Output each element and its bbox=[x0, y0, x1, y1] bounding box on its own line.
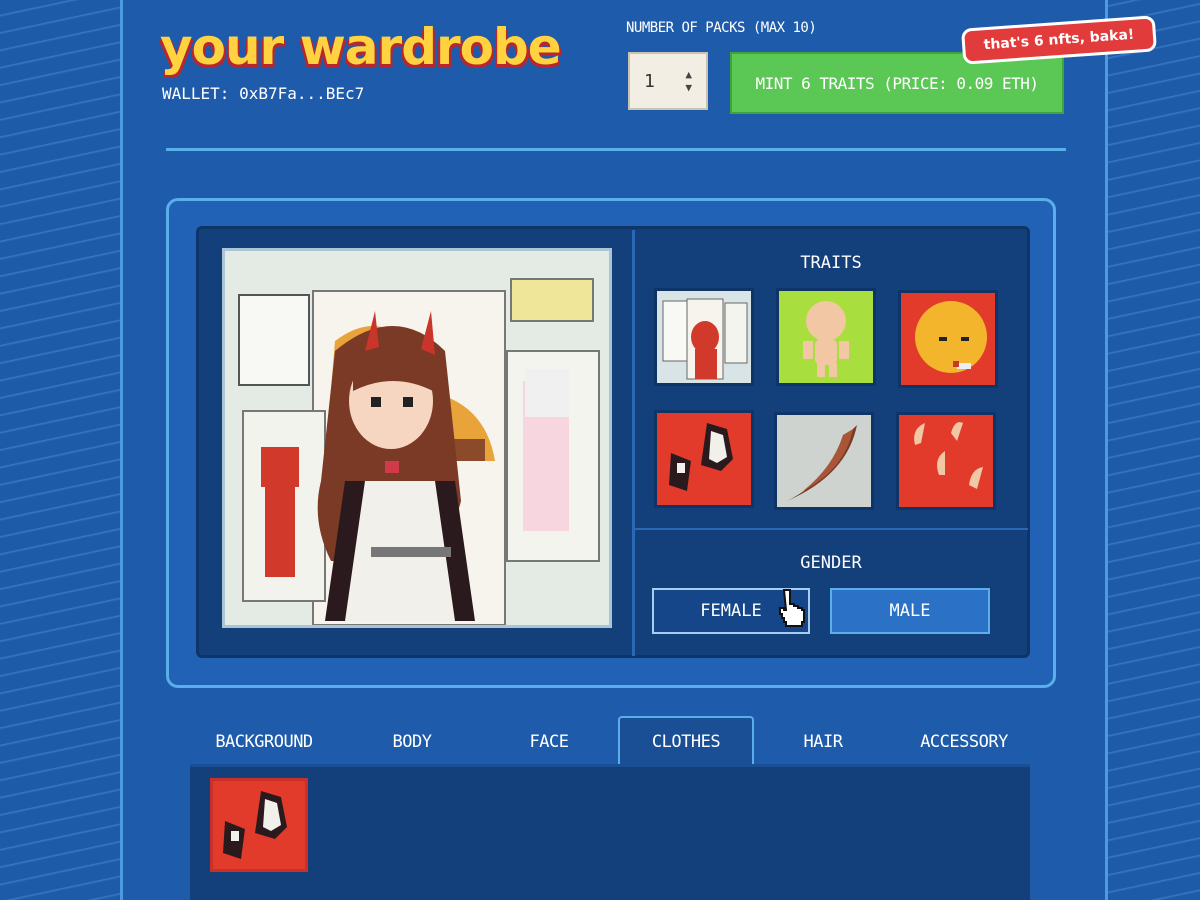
hair-trait-icon bbox=[787, 425, 857, 501]
gender-male-button[interactable]: MALE bbox=[830, 588, 990, 634]
maid-outfit-icon bbox=[223, 791, 287, 859]
background-trait-icon bbox=[662, 298, 748, 380]
gender-heading: GENDER bbox=[800, 553, 862, 573]
face-trait-icon bbox=[915, 301, 987, 373]
stepper-arrows-icon[interactable]: ▲ ▼ bbox=[685, 68, 692, 94]
pack-count-stepper[interactable]: 1 ▲ ▼ bbox=[628, 52, 708, 110]
header-divider bbox=[166, 148, 1066, 151]
character-artwork bbox=[225, 251, 609, 625]
body-trait-icon bbox=[803, 301, 849, 377]
tab-clothes[interactable]: CLOTHES bbox=[618, 716, 754, 766]
trait-tile-face[interactable] bbox=[898, 290, 998, 388]
packs-label: NUMBER OF PACKS (MAX 10) bbox=[626, 20, 817, 36]
horns-trait-icon bbox=[914, 422, 983, 489]
wallet-address: WALLET: 0xB7Fa...BEc7 bbox=[162, 84, 365, 103]
trait-tile-background[interactable] bbox=[654, 288, 754, 386]
panel-divider-vertical bbox=[632, 230, 635, 656]
clothes-item-tile[interactable] bbox=[210, 778, 308, 872]
trait-tile-body[interactable] bbox=[776, 288, 876, 386]
tab-content-panel bbox=[190, 764, 1030, 900]
clothes-trait-icon bbox=[669, 423, 733, 491]
tab-face[interactable]: FACE bbox=[512, 722, 586, 762]
panel-divider-horizontal bbox=[634, 528, 1028, 530]
pack-count-value: 1 bbox=[644, 70, 655, 92]
tab-background[interactable]: BACKGROUND bbox=[196, 722, 332, 762]
traits-heading: TRAITS bbox=[800, 253, 862, 273]
trait-tile-clothes[interactable] bbox=[654, 410, 754, 508]
hand-cursor-icon bbox=[779, 589, 805, 627]
trait-tile-accessory[interactable] bbox=[896, 412, 996, 510]
tab-body[interactable]: BODY bbox=[372, 722, 452, 762]
page-title: your wardrobe bbox=[160, 18, 562, 76]
character-preview bbox=[222, 248, 612, 628]
mint-button[interactable]: MINT 6 TRAITS (PRICE: 0.09 ETH) bbox=[730, 52, 1064, 114]
tab-hair[interactable]: HAIR bbox=[786, 722, 860, 762]
trait-tile-hair[interactable] bbox=[774, 412, 874, 510]
tab-accessory[interactable]: ACCESSORY bbox=[904, 722, 1024, 762]
